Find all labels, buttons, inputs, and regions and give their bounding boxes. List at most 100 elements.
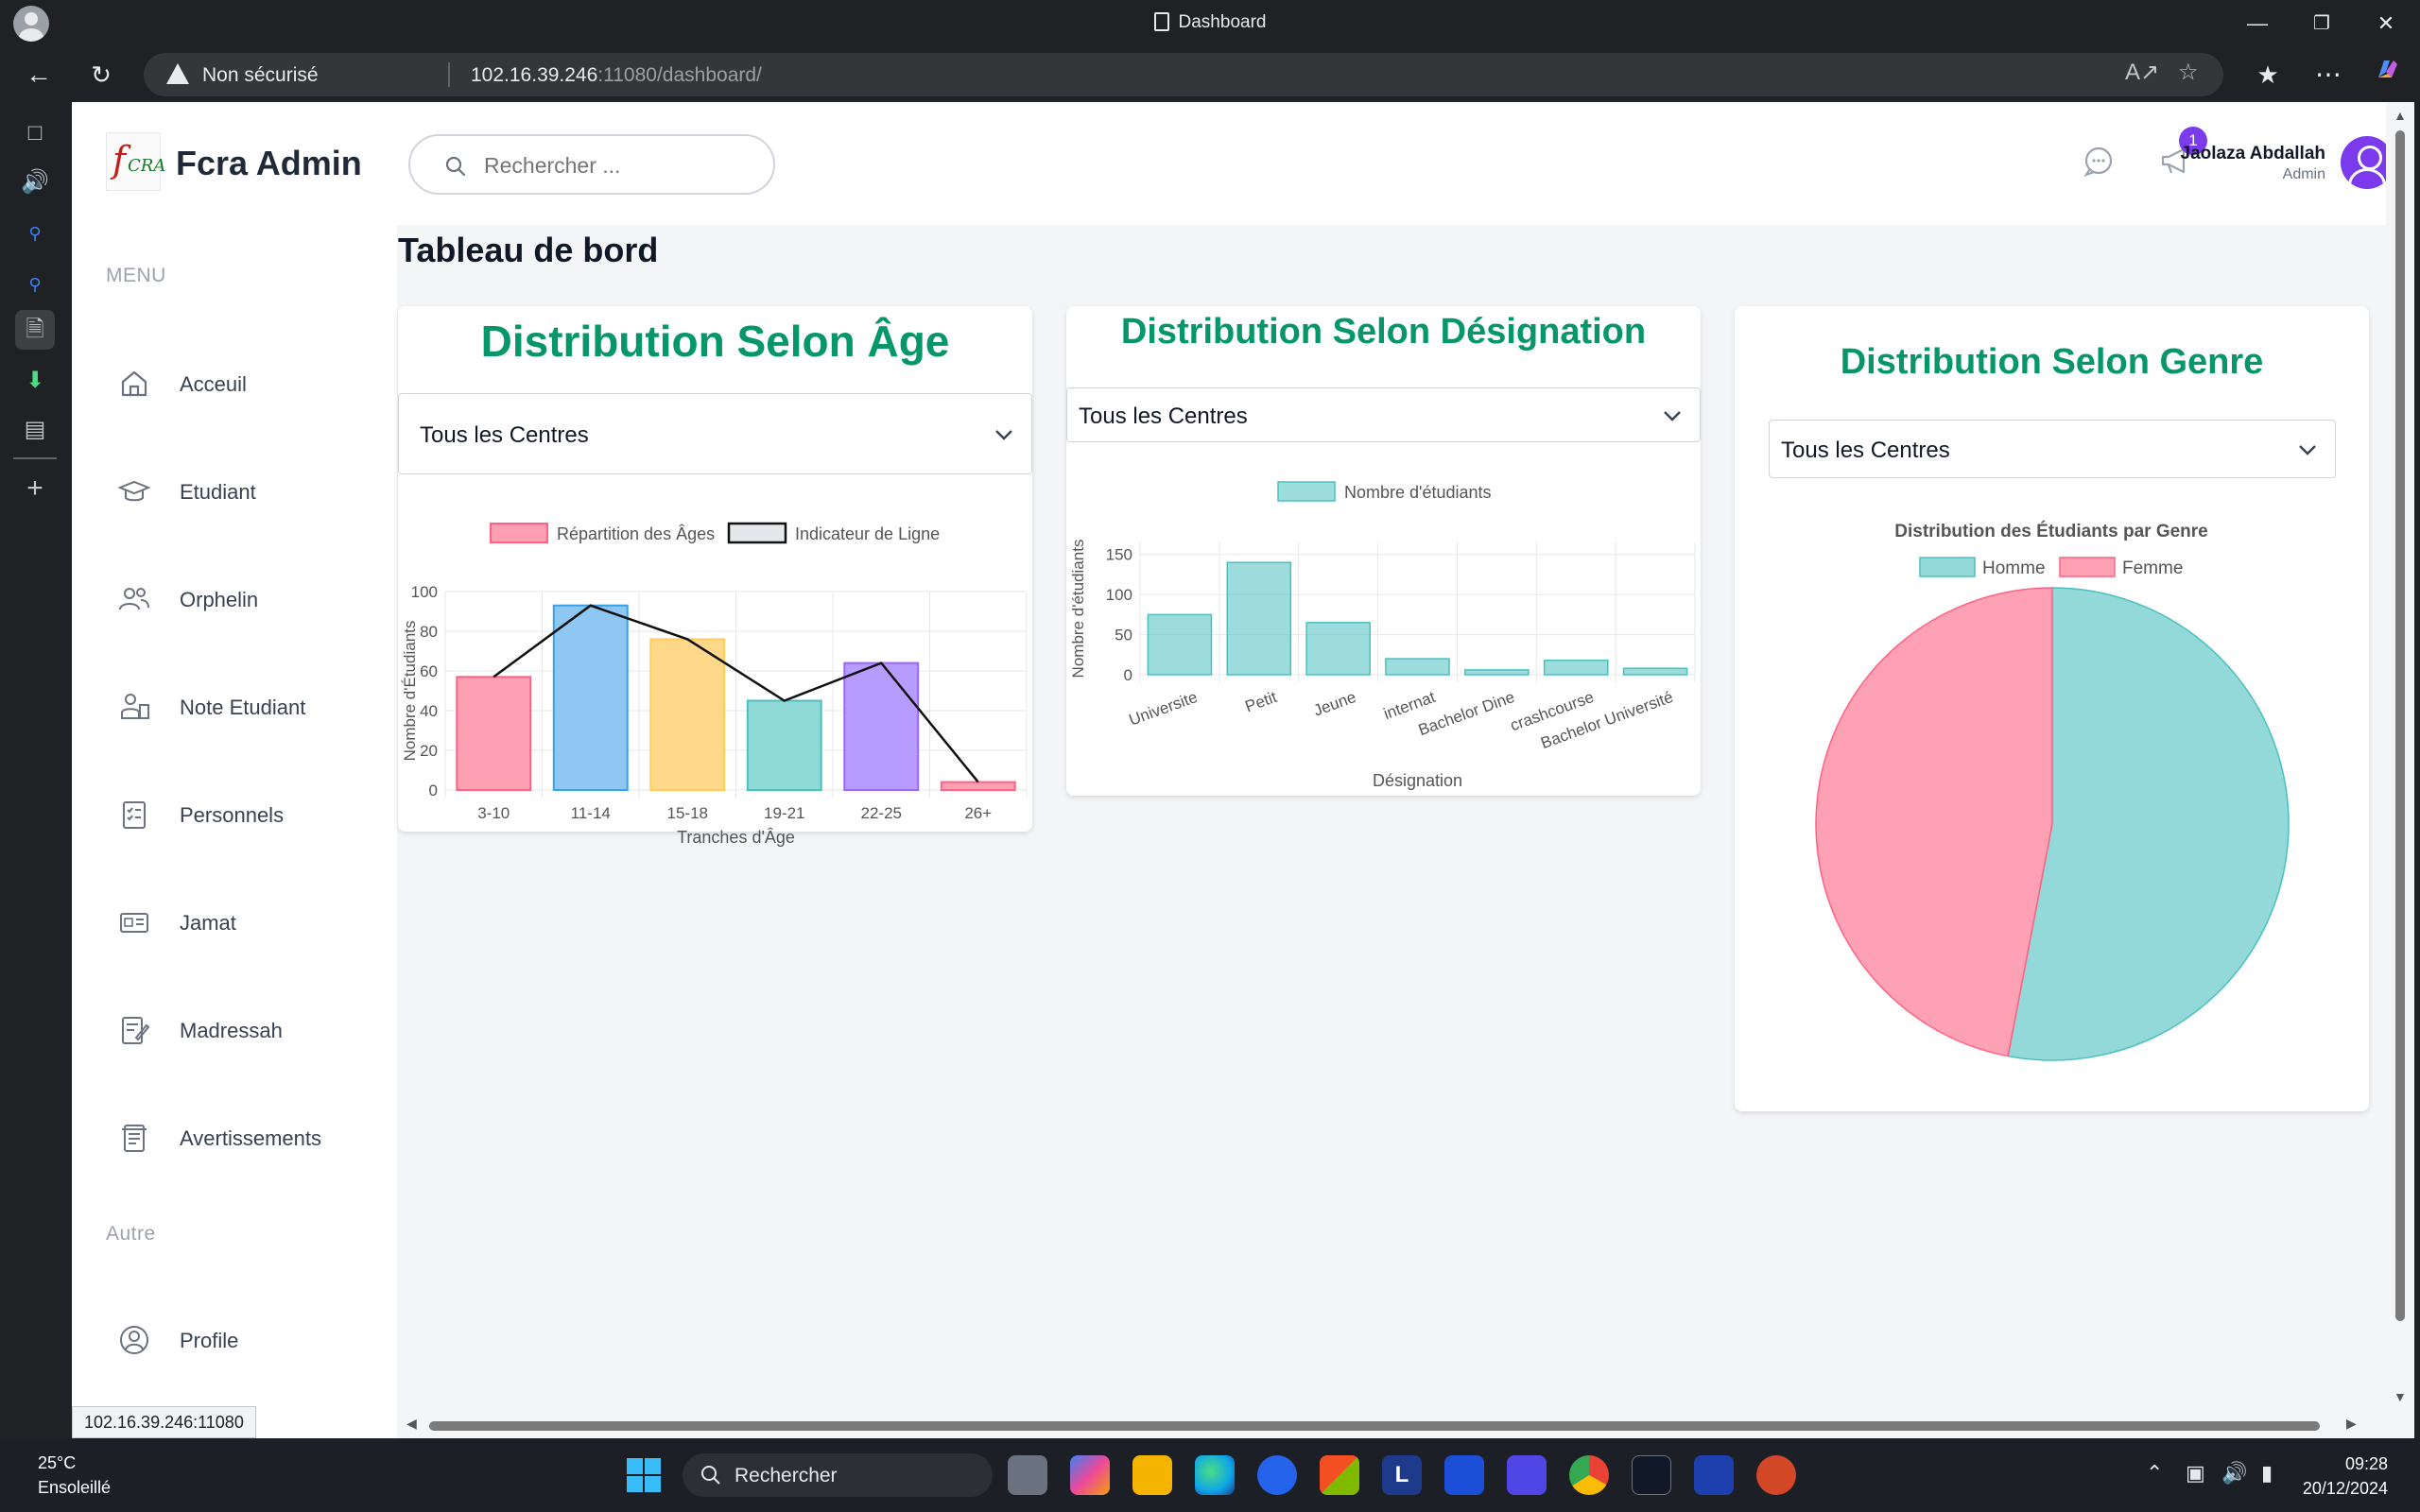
back-icon[interactable]: ← — [19, 55, 59, 94]
legend-swatch — [727, 522, 787, 544]
favorite-star-icon[interactable]: ☆ — [2178, 59, 2199, 86]
url-path: :11080/dashboard/ — [597, 64, 762, 86]
terminal-icon[interactable] — [1632, 1455, 1671, 1495]
menu-heading: MENU — [106, 265, 166, 286]
age-bar — [940, 781, 1016, 792]
sidebar-item-orphelin[interactable]: Orphelin — [117, 571, 382, 627]
sidebar-item-label: Acceuil — [180, 372, 247, 396]
scroll-up-arrow-icon[interactable]: ▲ — [2394, 108, 2407, 123]
sidebar-item-label: Etudiant — [180, 480, 256, 504]
copilot-icon[interactable] — [2367, 55, 2407, 94]
brand-name: Fcra Admin — [176, 144, 362, 182]
more-options-icon[interactable]: ⋯ — [2308, 55, 2348, 94]
pen-app-icon[interactable] — [1444, 1455, 1484, 1495]
copilot-app-icon[interactable] — [1070, 1455, 1110, 1495]
download-tab-icon[interactable]: ⬇ — [15, 361, 55, 401]
x-tick-label: Jeune — [1311, 688, 1358, 720]
windows-taskbar: 25°C Ensoleillé Rechercher L ⌃ ▣ 🔊 ▮ 09:… — [0, 1438, 2420, 1512]
tray-display-icon[interactable]: ▣ — [2186, 1461, 2205, 1486]
scroll-right-arrow-icon[interactable]: ▶ — [2346, 1416, 2357, 1432]
select-value: Tous les Centres — [1781, 438, 1950, 463]
sidebar-item-note-etudiant[interactable]: Note Etudiant — [117, 679, 382, 735]
vscode-icon[interactable] — [1694, 1455, 1734, 1495]
vertical-scroll-thumb[interactable] — [2395, 130, 2405, 1321]
sidebar-item-profile[interactable]: Profile — [117, 1312, 382, 1368]
vertical-scrollbar[interactable]: ▲ ▼ — [2386, 102, 2414, 1438]
card-title: Distribution Selon Âge — [480, 317, 950, 366]
search-tab-2-icon[interactable]: ⚲ — [15, 265, 55, 304]
search-tab-icon[interactable]: ⚲ — [15, 214, 55, 253]
microsoft-store-icon[interactable] — [1320, 1455, 1359, 1495]
search-box[interactable] — [408, 134, 775, 195]
favorites-icon[interactable]: ★ — [2248, 55, 2288, 94]
sidebar-item-etudiant[interactable]: Etudiant — [117, 463, 382, 520]
chat-icon[interactable] — [2080, 142, 2118, 180]
tray-battery-icon[interactable]: ▮ — [2261, 1461, 2273, 1486]
pie-title: Distribution des Étudiants par Genre — [1894, 521, 2208, 541]
legend-swatch — [490, 523, 548, 543]
powerpoint-icon[interactable] — [1756, 1455, 1796, 1495]
speaker-icon[interactable]: 🔊 — [15, 163, 55, 202]
legend-swatch — [2059, 557, 2116, 577]
user-circle-icon — [120, 1326, 148, 1354]
centre-select-age[interactable]: Tous les Centres — [398, 393, 1032, 474]
designation-bar — [1464, 669, 1530, 676]
minimize-icon[interactable]: — — [2238, 8, 2276, 40]
centre-select-genre[interactable]: Tous les Centres — [1769, 420, 2336, 478]
sidebar-item-jamat[interactable]: Jamat — [117, 894, 382, 951]
search-input[interactable] — [484, 147, 758, 183]
sidebar-item-label: Profile — [180, 1329, 239, 1352]
clipboard-list-icon — [123, 801, 146, 829]
sidebar-item-label: Avertissements — [180, 1126, 321, 1150]
windows-start-icon[interactable] — [626, 1457, 662, 1493]
x-tick-label: Universite — [1127, 688, 1201, 730]
y-tick-label: 100 — [1106, 586, 1132, 604]
restore-icon[interactable]: ❐ — [2303, 8, 2341, 40]
user-name[interactable]: Jaolaza Abdallah — [2181, 144, 2325, 164]
designation-bar — [1385, 658, 1450, 676]
reload-icon[interactable]: ↻ — [81, 55, 121, 94]
tray-volume-icon[interactable]: 🔊 — [2221, 1461, 2247, 1486]
designation-bar — [1147, 613, 1213, 676]
close-window-icon[interactable]: ✕ — [2367, 8, 2405, 40]
legend-swatch — [1919, 557, 1976, 577]
sidebar-item-madressah[interactable]: Madressah — [117, 1002, 382, 1058]
horizontal-scroll-thumb[interactable] — [429, 1421, 2320, 1431]
taskbar-clock[interactable]: 09:28 20/12/2024 — [2303, 1452, 2388, 1501]
centre-select-designation[interactable]: Tous les Centres — [1066, 387, 1701, 442]
task-view-icon[interactable] — [1008, 1455, 1047, 1495]
new-tab-plus-icon[interactable]: + — [15, 469, 55, 508]
horizontal-scrollbar[interactable]: ◀ ▶ — [399, 1414, 2373, 1438]
sidebar-item-avertissements[interactable]: Avertissements — [117, 1109, 382, 1166]
sidebar-item-acceuil[interactable]: Acceuil — [117, 355, 382, 412]
read-aloud-icon[interactable]: A↗ — [2125, 59, 2159, 86]
y-axis-label: Nombre d'étudiants — [1069, 540, 1087, 679]
y-tick-label: 40 — [420, 702, 438, 720]
x-tick-label: 19-21 — [764, 804, 804, 822]
y-tick-label: 80 — [420, 623, 438, 641]
sidebar-item-personnels[interactable]: Personnels — [117, 786, 382, 843]
calendar-tab-icon[interactable]: ▤ — [15, 410, 55, 450]
url-text[interactable]: 102.16.39.246:11080/dashboard/ — [471, 64, 762, 87]
l-app-icon[interactable]: L — [1382, 1455, 1422, 1495]
edge-browser-icon[interactable] — [1195, 1455, 1235, 1495]
document-tab-icon[interactable]: 🗎 — [15, 310, 55, 350]
card-designation-distribution: Distribution Selon Désignation Tous les … — [1066, 306, 1701, 796]
address-bar[interactable]: Non sécurisé 102.16.39.246:11080/dashboa… — [144, 53, 2223, 96]
x-tick-label: Bachelor Université — [1538, 688, 1675, 752]
taskbar-search[interactable]: Rechercher — [683, 1453, 993, 1497]
tab-actions-icon[interactable]: □ — [15, 113, 55, 153]
tray-chevron-up-icon[interactable]: ⌃ — [2146, 1461, 2163, 1486]
security-label[interactable]: Non sécurisé — [202, 64, 319, 87]
app-store-icon[interactable] — [1257, 1455, 1297, 1495]
tab-title-text: Dashboard — [1178, 12, 1267, 32]
x-axis-label: Tranches d'Âge — [677, 828, 795, 847]
chrome-icon[interactable] — [1569, 1455, 1609, 1495]
file-explorer-icon[interactable] — [1132, 1455, 1172, 1495]
scroll-left-arrow-icon[interactable]: ◀ — [406, 1416, 417, 1432]
weather-condition: Ensoleillé — [38, 1478, 112, 1497]
y-tick-label: 150 — [1106, 546, 1132, 564]
search-icon — [445, 156, 466, 177]
scroll-down-arrow-icon[interactable]: ▼ — [2394, 1389, 2407, 1404]
video-app-icon[interactable] — [1507, 1455, 1547, 1495]
